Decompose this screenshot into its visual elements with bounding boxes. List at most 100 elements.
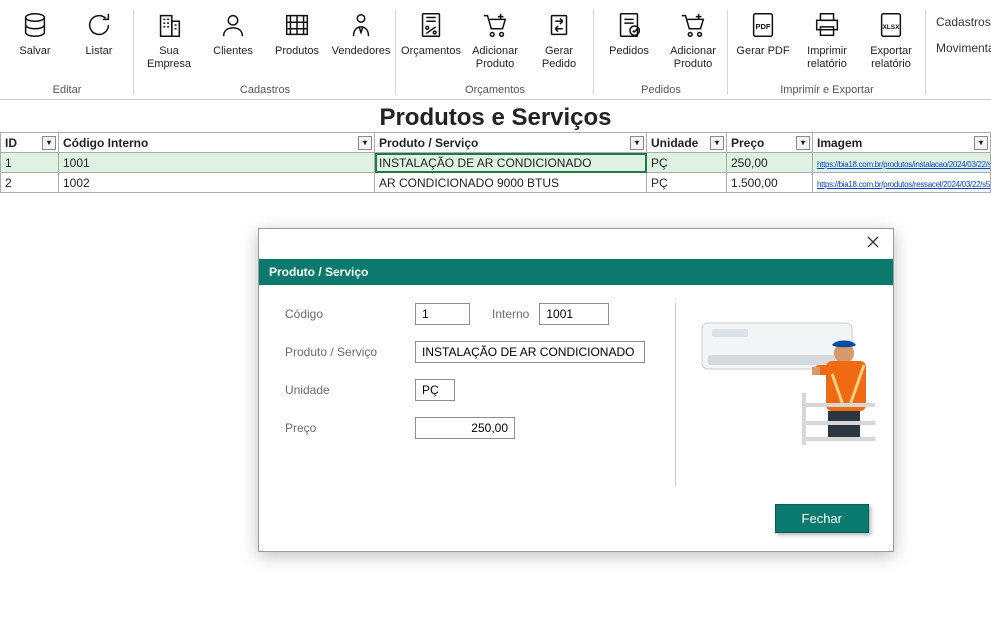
ribbon-button-label: Gerar Pedido — [532, 45, 586, 70]
ribbon-button-label: Imprimir relatório — [800, 45, 854, 70]
input-interno[interactable] — [539, 303, 609, 325]
xls-icon — [874, 8, 908, 42]
product-image-panel — [675, 303, 875, 486]
cell[interactable]: 1 — [1, 153, 59, 173]
cell[interactable]: 1.500,00 — [727, 173, 813, 193]
listar-button[interactable]: Listar — [70, 6, 128, 58]
clientes-button[interactable]: Clientes — [204, 6, 262, 58]
sua-empresa-button[interactable]: Sua Empresa — [140, 6, 198, 70]
label-unidade: Unidade — [285, 383, 405, 397]
cell-image-link[interactable]: https://bia18.com.br/produtos/ressacel/2… — [813, 173, 991, 193]
side-label-cadastros: Cadastros — [936, 15, 991, 29]
input-unidade[interactable] — [415, 379, 455, 401]
imprimir-relatorio-button[interactable]: Imprimir relatório — [798, 6, 856, 70]
image-link[interactable]: https://bia18.com.br/produtos/ressacel/2… — [817, 180, 991, 189]
adicionar-produto-ped-button[interactable]: Adicionar Produto — [664, 6, 722, 70]
col-header[interactable]: ID▾ — [1, 133, 59, 153]
produtos-button[interactable]: Produtos — [268, 6, 326, 58]
cell[interactable]: INSTALAÇÃO DE AR CONDICIONADO — [375, 153, 647, 173]
ribbon-group-caption: Orçamentos — [465, 84, 525, 99]
page-title: Produtos e Serviços — [0, 100, 991, 132]
ribbon-button-label: Listar — [86, 45, 113, 58]
table-row[interactable]: 11001INSTALAÇÃO DE AR CONDICIONADOPÇ250,… — [1, 153, 991, 173]
col-header-label: Unidade — [651, 136, 698, 150]
ribbon-group-caption: Imprimir e Exportar — [780, 84, 874, 99]
product-image — [694, 305, 875, 445]
ribbon-button-label: Orçamentos — [401, 45, 461, 58]
modal-titlebar — [259, 229, 893, 259]
ribbon-group-orçamentos: Orçamentos Adicionar Produto Gerar Pedido O… — [396, 6, 594, 99]
filter-dropdown-icon[interactable]: ▾ — [796, 136, 810, 150]
ribbon-group-cadastros: Sua EmpresaClientesProdutosVendedoresCad… — [134, 6, 396, 99]
building-icon — [152, 8, 186, 42]
doc-check-icon — [612, 8, 646, 42]
ribbon-group-editar: Salvar Listar Editar — [0, 6, 134, 99]
col-header[interactable]: Código Interno ▾ — [59, 133, 375, 153]
ribbon-group-caption: Editar — [53, 84, 82, 99]
close-icon[interactable] — [861, 235, 885, 254]
side-label-movimentacoes: Movimentações — [936, 41, 991, 55]
cell[interactable]: 2 — [1, 173, 59, 193]
input-preco[interactable] — [415, 417, 515, 439]
seller-icon — [344, 8, 378, 42]
cell[interactable]: AR CONDICIONADO 9000 BTUS — [375, 173, 647, 193]
salvar-button[interactable]: Salvar — [6, 6, 64, 58]
pdf-icon — [746, 8, 780, 42]
input-prod[interactable] — [415, 341, 645, 363]
cart-plus-icon — [676, 8, 710, 42]
ribbon-group-imprimir-e-exportar: Gerar PDF Imprimir relatório Exportar rela… — [728, 6, 926, 99]
product-modal: Produto / Serviço Código Interno Produto… — [258, 228, 894, 552]
filter-dropdown-icon[interactable]: ▾ — [358, 136, 372, 150]
pedidos-button[interactable]: Pedidos — [600, 6, 658, 58]
col-header[interactable]: Unidade ▾ — [647, 133, 727, 153]
cart-plus-icon — [478, 8, 512, 42]
vendedores-button[interactable]: Vendedores — [332, 6, 390, 58]
db-icon — [18, 8, 52, 42]
cell[interactable]: 1002 — [59, 173, 375, 193]
ribbon-button-label: Clientes — [213, 45, 253, 58]
filter-dropdown-icon[interactable]: ▾ — [974, 136, 988, 150]
col-header-label: Produto / Serviço — [379, 136, 478, 150]
ribbon-button-label: Adicionar Produto — [666, 45, 720, 70]
col-header-label: Código Interno — [63, 136, 148, 150]
col-header[interactable]: Preço ▾ — [727, 133, 813, 153]
swap-doc-icon — [542, 8, 576, 42]
fechar-button[interactable]: Fechar — [775, 504, 869, 533]
col-header[interactable]: Imagem▾ — [813, 133, 991, 153]
label-prod: Produto / Serviço — [285, 345, 405, 359]
modal-header: Produto / Serviço — [259, 259, 893, 285]
filter-dropdown-icon[interactable]: ▾ — [42, 136, 56, 150]
input-codigo[interactable] — [415, 303, 470, 325]
ribbon-group-pedidos: Pedidos Adicionar Produto Pedidos — [594, 6, 728, 99]
ribbon: Salvar Listar Editar Sua Empresa Clientes Pro… — [0, 0, 991, 100]
orcamentos-button[interactable]: Orçamentos — [402, 6, 460, 58]
cell[interactable]: PÇ — [647, 153, 727, 173]
exportar-relatorio-button[interactable]: Exportar relatório — [862, 6, 920, 70]
ribbon-group-caption: Pedidos — [641, 84, 681, 99]
image-link[interactable]: https://bia18.com.br/produtos/instalacao… — [817, 160, 991, 169]
cell[interactable]: 250,00 — [727, 153, 813, 173]
cell-image-link[interactable]: https://bia18.com.br/produtos/instalacao… — [813, 153, 991, 173]
products-table: ID▾Código Interno▾Produto / Serviço▾Unid… — [0, 132, 991, 193]
col-header[interactable]: Produto / Serviço ▾ — [375, 133, 647, 153]
adicionar-produto-button[interactable]: Adicionar Produto — [466, 6, 524, 70]
col-header-label: Preço — [731, 136, 764, 150]
cell[interactable]: PÇ — [647, 173, 727, 193]
ribbon-button-label: Salvar — [19, 45, 50, 58]
filter-dropdown-icon[interactable]: ▾ — [710, 136, 724, 150]
ribbon-button-label: Pedidos — [609, 45, 649, 58]
gerar-pedido-button[interactable]: Gerar Pedido — [530, 6, 588, 70]
ribbon-button-label: Gerar PDF — [736, 45, 789, 58]
filter-dropdown-icon[interactable]: ▾ — [630, 136, 644, 150]
ribbon-button-label: Sua Empresa — [142, 45, 196, 70]
printer-icon — [810, 8, 844, 42]
cell[interactable]: 1001 — [59, 153, 375, 173]
refresh-icon — [82, 8, 116, 42]
ribbon-button-label: Adicionar Produto — [468, 45, 522, 70]
ribbon-button-label: Vendedores — [332, 45, 391, 58]
ribbon-button-label: Produtos — [275, 45, 319, 58]
doc-percent-icon — [414, 8, 448, 42]
table-row[interactable]: 21002AR CONDICIONADO 9000 BTUSPÇ1.500,00… — [1, 173, 991, 193]
label-codigo: Código — [285, 307, 405, 321]
gerar-pdf-button[interactable]: Gerar PDF — [734, 6, 792, 58]
